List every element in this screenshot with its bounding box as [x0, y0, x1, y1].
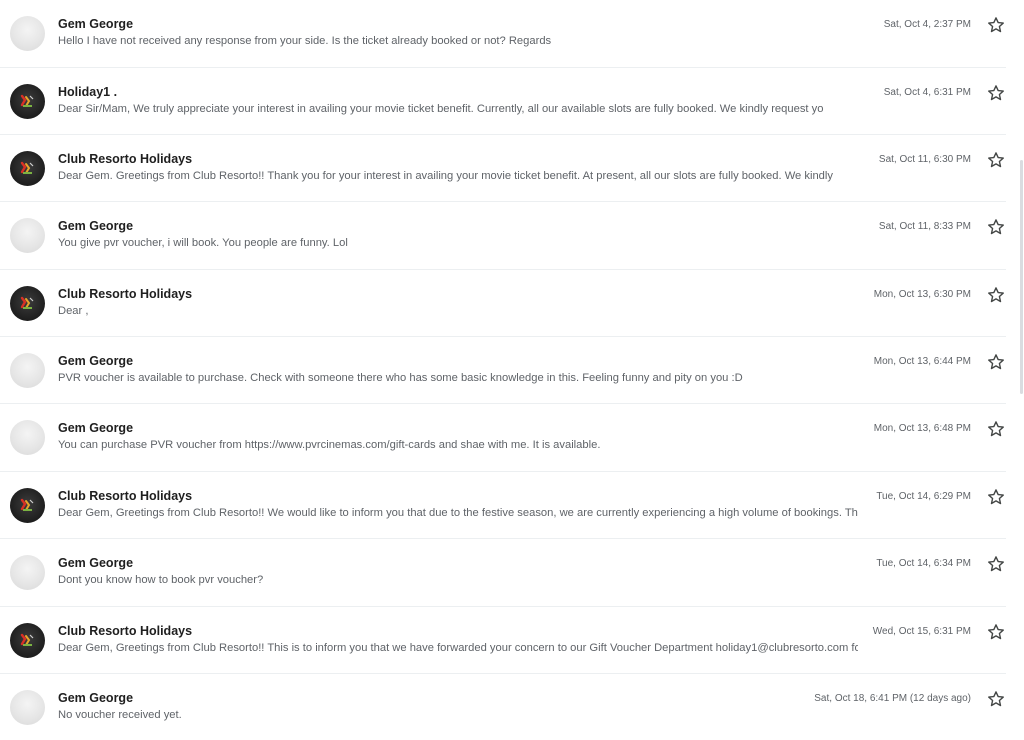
message-row[interactable]: Club Resorto Holidays Dear Gem, Greeting… — [0, 606, 1006, 673]
club-resorto-logo-icon — [20, 161, 34, 174]
star-icon[interactable] — [986, 419, 1006, 439]
star-icon[interactable] — [986, 352, 1006, 372]
message-snippet: Dear Gem, Greetings from Club Resorto!! … — [58, 642, 858, 654]
message-date: Mon, Oct 13, 6:44 PM — [873, 356, 971, 367]
club-resorto-logo-icon — [20, 633, 34, 646]
message-date: Sat, Oct 11, 8:33 PM — [878, 221, 971, 232]
message-date: Tue, Oct 14, 6:29 PM — [876, 491, 971, 502]
message-date: Tue, Oct 14, 6:34 PM — [876, 558, 971, 569]
message-row[interactable]: Club Resorto Holidays Dear Gem, Greeting… — [0, 471, 1006, 538]
sender-name: Holiday1 . — [58, 85, 118, 99]
message-date: Mon, Oct 13, 6:48 PM — [873, 423, 971, 434]
sender-name: Gem George — [58, 17, 134, 31]
message-row[interactable]: Gem George Hello I have not received any… — [0, 0, 1006, 67]
avatar[interactable] — [10, 420, 45, 455]
message-row[interactable]: Gem George Dont you know how to book pvr… — [0, 538, 1006, 605]
message-row[interactable]: Gem George No voucher received yet. Sat,… — [0, 673, 1006, 740]
scrollbar[interactable] — [1020, 160, 1023, 394]
message-snippet: Hello I have not received any response f… — [58, 35, 552, 47]
club-resorto-logo-icon — [20, 94, 34, 107]
message-snippet: PVR voucher is available to purchase. Ch… — [58, 372, 743, 384]
sender-name: Gem George — [58, 219, 134, 233]
message-row[interactable]: Gem George PVR voucher is available to p… — [0, 336, 1006, 403]
star-icon[interactable] — [986, 554, 1006, 574]
sender-name: Gem George — [58, 354, 134, 368]
message-date: Sat, Oct 18, 6:41 PM (12 days ago) — [814, 693, 971, 704]
message-snippet: You can purchase PVR voucher from https:… — [58, 439, 601, 451]
star-icon[interactable] — [986, 150, 1006, 170]
message-snippet: Dear Gem, Greetings from Club Resorto!! … — [58, 507, 858, 519]
message-date: Wed, Oct 15, 6:31 PM — [872, 626, 971, 637]
message-row[interactable]: Club Resorto Holidays Dear , Mon, Oct 13… — [0, 269, 1006, 336]
message-date: Sat, Oct 4, 2:37 PM — [883, 19, 971, 30]
sender-name: Gem George — [58, 421, 134, 435]
message-thread: Gem George Hello I have not received any… — [0, 0, 1007, 731]
avatar[interactable] — [10, 151, 45, 186]
star-icon[interactable] — [986, 217, 1006, 237]
message-row[interactable]: Gem George You can purchase PVR voucher … — [0, 403, 1006, 470]
star-icon[interactable] — [986, 487, 1006, 507]
star-icon[interactable] — [986, 622, 1006, 642]
message-snippet: Dear Sir/Mam, We truly appreciate your i… — [58, 103, 824, 115]
avatar[interactable] — [10, 218, 45, 253]
message-snippet: You give pvr voucher, i will book. You p… — [58, 237, 348, 249]
sender-name: Gem George — [58, 691, 134, 705]
club-resorto-logo-icon — [20, 296, 34, 309]
sender-name: Club Resorto Holidays — [58, 287, 193, 301]
star-icon[interactable] — [986, 15, 1006, 35]
sender-name: Club Resorto Holidays — [58, 624, 193, 638]
avatar[interactable] — [10, 286, 45, 321]
message-snippet: Dear , — [58, 305, 89, 317]
avatar[interactable] — [10, 690, 45, 725]
message-snippet: No voucher received yet. — [58, 709, 182, 721]
sender-name: Club Resorto Holidays — [58, 489, 193, 503]
message-row[interactable]: Gem George You give pvr voucher, i will … — [0, 201, 1006, 268]
message-row[interactable]: Club Resorto Holidays Dear Gem. Greeting… — [0, 134, 1006, 201]
message-row[interactable]: Holiday1 . Dear Sir/Mam, We truly apprec… — [0, 67, 1006, 134]
club-resorto-logo-icon — [20, 498, 34, 511]
star-icon[interactable] — [986, 689, 1006, 709]
avatar[interactable] — [10, 353, 45, 388]
star-icon[interactable] — [986, 83, 1006, 103]
message-date: Mon, Oct 13, 6:30 PM — [873, 289, 971, 300]
star-icon[interactable] — [986, 285, 1006, 305]
avatar[interactable] — [10, 84, 45, 119]
message-snippet: Dont you know how to book pvr voucher? — [58, 574, 264, 586]
message-snippet: Dear Gem. Greetings from Club Resorto!! … — [58, 170, 833, 182]
sender-name: Club Resorto Holidays — [58, 152, 193, 166]
message-date: Sat, Oct 4, 6:31 PM — [883, 87, 971, 98]
message-date: Sat, Oct 11, 6:30 PM — [878, 154, 971, 165]
avatar[interactable] — [10, 555, 45, 590]
sender-name: Gem George — [58, 556, 134, 570]
avatar[interactable] — [10, 488, 45, 523]
avatar[interactable] — [10, 16, 45, 51]
avatar[interactable] — [10, 623, 45, 658]
